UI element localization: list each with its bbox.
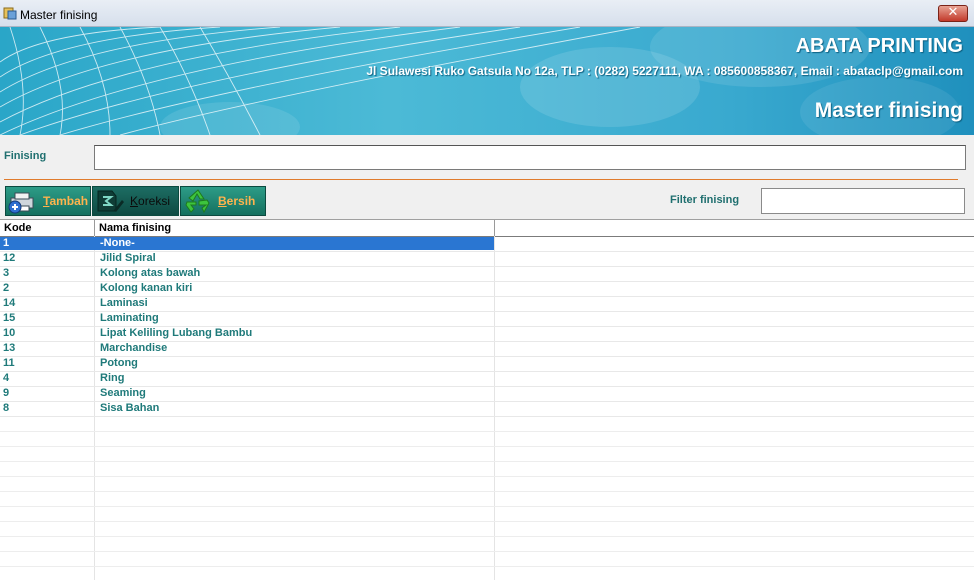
cell-nama: Seaming xyxy=(100,387,146,399)
cell-nama: Laminating xyxy=(100,312,159,324)
table-row[interactable]: 14 Laminasi xyxy=(0,297,974,312)
divider-line xyxy=(4,179,958,180)
table-row[interactable]: 9 Seaming xyxy=(0,387,974,402)
table-row[interactable]: 8 Sisa Bahan xyxy=(0,402,974,417)
table-row[interactable]: 10 Lipat Keliling Lubang Bambu xyxy=(0,327,974,342)
finishing-grid[interactable]: Kode Nama finising 1 -None- 12 Jilid Spiral… xyxy=(0,219,974,580)
empty-row xyxy=(0,522,974,537)
close-icon: ✕ xyxy=(947,5,959,20)
close-button[interactable]: ✕ xyxy=(938,5,968,22)
table-row[interactable]: 13 Marchandise xyxy=(0,342,974,357)
edit-icon xyxy=(97,190,124,212)
tambah-label: ambah xyxy=(49,194,89,208)
empty-row xyxy=(0,567,974,580)
cell-nama: Sisa Bahan xyxy=(100,402,160,414)
table-row[interactable]: 12 Jilid Spiral xyxy=(0,252,974,267)
company-address: Jl Sulawesi Ruko Gatsula No 12a, TLP : (… xyxy=(366,64,963,78)
cell-kode: 4 xyxy=(3,372,10,384)
koreksi-label: oreksi xyxy=(138,194,171,208)
column-header-nama[interactable]: Nama finising xyxy=(95,220,495,236)
column-header-kode[interactable]: Kode xyxy=(0,220,95,236)
cell-kode: 1 xyxy=(3,237,10,249)
bersih-button[interactable]: Bersih xyxy=(180,186,266,216)
empty-row xyxy=(0,507,974,522)
grid-rows: 1 -None- 12 Jilid Spiral 3 Kolong atas bawah 2… xyxy=(0,237,974,580)
cell-kode: 3 xyxy=(3,267,10,279)
cell-kode: 13 xyxy=(3,342,16,354)
cell-kode: 2 xyxy=(3,282,10,294)
cell-kode: 8 xyxy=(3,402,10,414)
cell-nama: -None- xyxy=(100,237,135,249)
cell-nama: Jilid Spiral xyxy=(100,252,156,264)
cell-kode: 12 xyxy=(3,252,16,264)
cell-nama: Potong xyxy=(100,357,138,369)
app-icon xyxy=(3,7,17,20)
empty-row xyxy=(0,477,974,492)
filter-label: Filter finising xyxy=(670,194,740,206)
empty-row xyxy=(0,417,974,432)
finishing-label: Finising xyxy=(4,150,47,162)
empty-row xyxy=(0,492,974,507)
empty-row xyxy=(0,462,974,477)
grid-header: Kode Nama finising xyxy=(0,220,974,237)
table-row[interactable]: 15 Laminating xyxy=(0,312,974,327)
cell-nama: Ring xyxy=(100,372,125,384)
cell-kode: 10 xyxy=(3,327,16,339)
cell-kode: 9 xyxy=(3,387,10,399)
empty-row xyxy=(0,447,974,462)
cell-nama: Laminasi xyxy=(100,297,148,309)
bersih-label: ersih xyxy=(226,194,256,208)
table-row[interactable]: 1 -None- xyxy=(0,237,974,252)
table-row[interactable]: 3 Kolong atas bawah xyxy=(0,267,974,282)
window-title: Master finising xyxy=(20,8,98,22)
table-row[interactable]: 4 Ring xyxy=(0,372,974,387)
table-row[interactable]: 2 Kolong kanan kiri xyxy=(0,282,974,297)
koreksi-button[interactable]: Koreksi xyxy=(92,186,179,216)
cell-nama: Kolong atas bawah xyxy=(100,267,201,279)
header-banner: ABATA PRINTING Jl Sulawesi Ruko Gatsula … xyxy=(0,27,974,135)
filter-input[interactable] xyxy=(761,188,965,214)
recycle-icon xyxy=(185,189,210,214)
koreksi-hotkey: K xyxy=(130,194,139,208)
finishing-input[interactable] xyxy=(94,145,966,170)
add-printer-icon xyxy=(8,192,34,214)
cell-kode: 11 xyxy=(3,357,15,369)
cell-kode: 14 xyxy=(3,297,16,309)
empty-row xyxy=(0,552,974,567)
cell-nama: Kolong kanan kiri xyxy=(100,282,193,294)
tambah-button[interactable]: Tambah xyxy=(5,186,91,216)
cell-nama: Lipat Keliling Lubang Bambu xyxy=(100,327,253,339)
cell-kode: 15 xyxy=(3,312,16,324)
empty-row xyxy=(0,432,974,447)
cell-nama: Marchandise xyxy=(100,342,168,354)
table-row[interactable]: 11 Potong xyxy=(0,357,974,372)
title-bar: Master finising ✕ xyxy=(0,0,974,27)
empty-row xyxy=(0,537,974,552)
company-name: ABATA PRINTING xyxy=(795,35,963,57)
bersih-hotkey: B xyxy=(218,194,227,208)
form-title: Master finising xyxy=(814,99,963,122)
